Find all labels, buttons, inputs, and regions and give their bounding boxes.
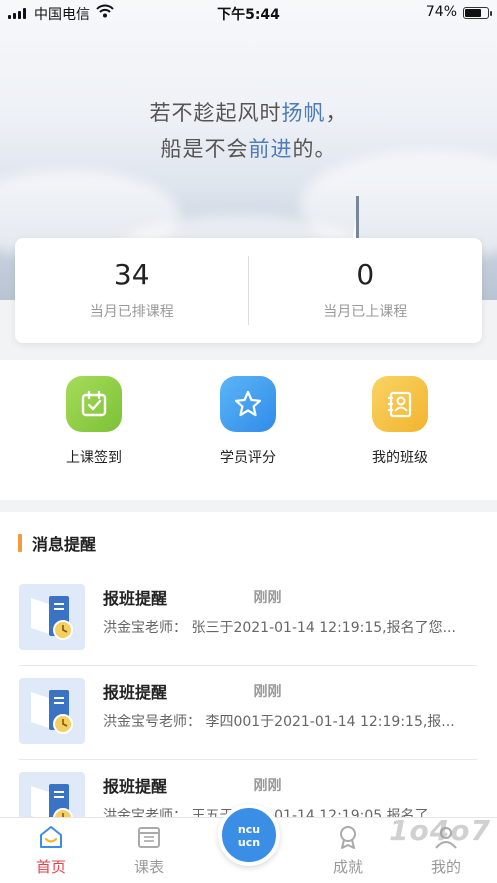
star-icon bbox=[220, 376, 276, 432]
action-label: 学员评分 bbox=[220, 450, 276, 466]
achievement-icon bbox=[340, 826, 356, 849]
app-logo-icon: ncu ucn bbox=[238, 823, 260, 849]
stat-scheduled-courses[interactable]: 34 当月已排课程 bbox=[15, 238, 249, 343]
stat-value: 34 bbox=[113, 257, 150, 291]
status-bar: 中国电信 下午5:44 74% bbox=[0, 0, 497, 26]
clock: 下午5:44 bbox=[217, 7, 280, 23]
svg-text:ncu: ncu bbox=[238, 823, 260, 836]
calendar-icon bbox=[138, 827, 160, 848]
message-body: 洪金宝老师： 张三于2021-01-14 12:19:15,报名了您... bbox=[103, 620, 456, 636]
message-time: 刚刚 bbox=[253, 684, 282, 700]
site-watermark: 1o4o7 bbox=[389, 814, 491, 847]
tab-home[interactable]: 首页 bbox=[16, 824, 86, 877]
student-rating-button[interactable]: 学员评分 bbox=[188, 376, 308, 467]
my-class-button[interactable]: 我的班级 bbox=[340, 376, 460, 467]
battery-icon bbox=[463, 7, 492, 19]
stats-card: 34 当月已排课程 0 当月已上课程 bbox=[15, 238, 482, 343]
tab-label: 首页 bbox=[35, 858, 66, 876]
stat-value: 0 bbox=[356, 257, 375, 291]
quote-highlight: 前进 bbox=[248, 137, 293, 161]
stats-divider bbox=[248, 256, 249, 325]
quote-text: 的。 bbox=[292, 137, 337, 161]
calendar-check-icon bbox=[66, 376, 122, 432]
section-title: 消息提醒 bbox=[18, 531, 96, 555]
action-label: 我的班级 bbox=[372, 450, 428, 466]
tab-label: 我的 bbox=[430, 858, 461, 876]
battery-percent: 74% bbox=[425, 4, 457, 20]
svg-text:ucn: ucn bbox=[238, 836, 260, 849]
message-time: 刚刚 bbox=[253, 778, 282, 794]
center-action-button[interactable]: ncu ucn bbox=[218, 804, 280, 866]
quote-line-2: 船是不会前进的。 bbox=[0, 133, 497, 163]
section-title-text: 消息提醒 bbox=[32, 535, 97, 554]
quick-actions: 上课签到 学员评分 我的班级 bbox=[0, 360, 497, 500]
tab-schedule[interactable]: 课表 bbox=[114, 824, 184, 877]
tab-achievement[interactable]: 成就 bbox=[313, 824, 383, 877]
checkin-button[interactable]: 上课签到 bbox=[34, 376, 154, 467]
messages-section: 消息提醒 报班提醒 刚刚 洪金宝老师： 张三于2021-01-14 12:19:… bbox=[0, 512, 497, 817]
message-item[interactable]: 报班提醒 刚刚 洪金宝老师： 张三于2021-01-14 12:19:15,报名… bbox=[19, 572, 477, 666]
message-item[interactable]: 报班提醒 刚刚 洪金宝号老师： 李四001于2021-01-14 12:19:1… bbox=[19, 666, 477, 760]
quote-highlight: 扬帆 bbox=[281, 101, 326, 125]
message-body: 洪金宝号老师： 李四001于2021-01-14 12:19:15,报... bbox=[103, 714, 455, 730]
tab-label: 成就 bbox=[332, 858, 363, 876]
section-title-bar bbox=[18, 534, 22, 552]
quote-text: 若不趁起风时 bbox=[149, 101, 282, 125]
class-card-icon bbox=[372, 376, 428, 432]
stat-label: 当月已上课程 bbox=[323, 303, 408, 320]
stat-label: 当月已排课程 bbox=[89, 303, 174, 320]
message-time: 刚刚 bbox=[253, 590, 282, 606]
stat-completed-courses[interactable]: 0 当月已上课程 bbox=[249, 238, 483, 343]
quote-text: 船是不会 bbox=[160, 137, 249, 161]
home-icon bbox=[40, 826, 62, 848]
tab-label: 课表 bbox=[133, 858, 164, 876]
quote-text: ， bbox=[325, 101, 348, 125]
action-label: 上课签到 bbox=[66, 450, 122, 466]
quote-line-1: 若不趁起风时扬帆， bbox=[0, 97, 497, 127]
